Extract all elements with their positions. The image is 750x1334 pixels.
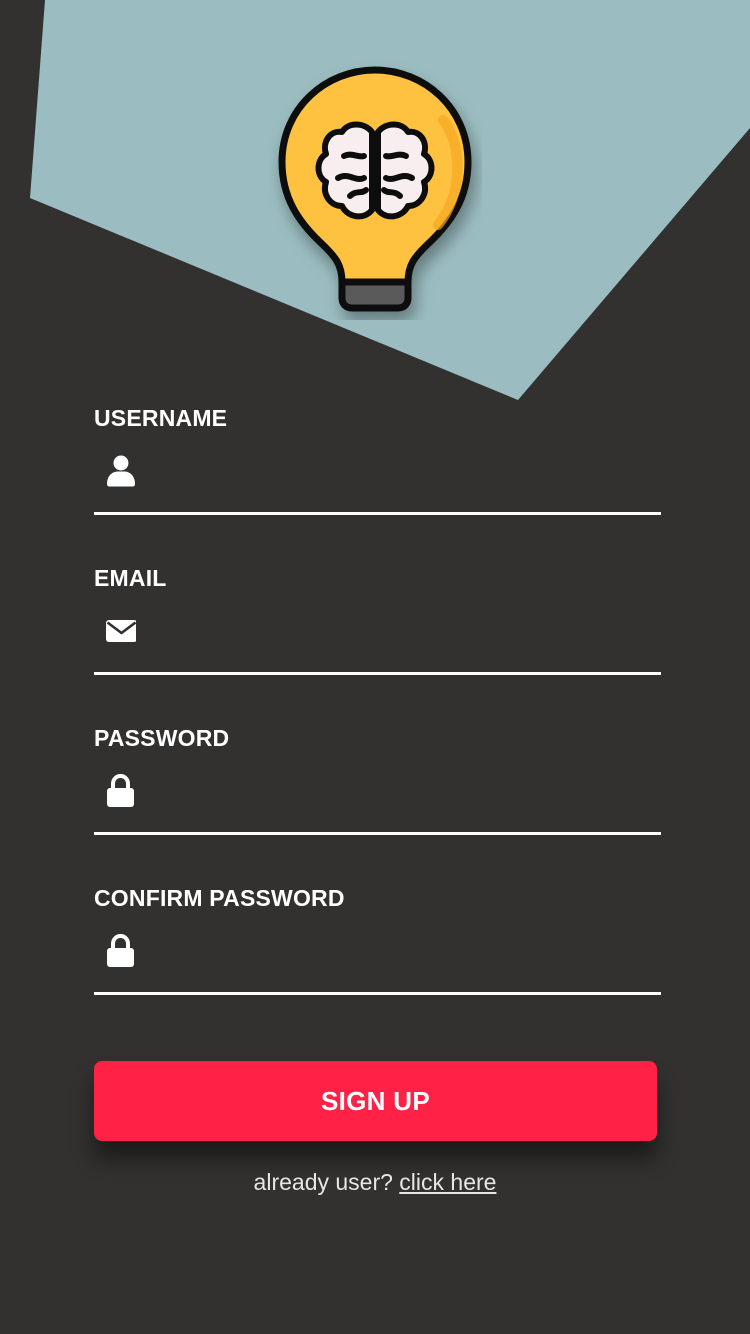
sign-up-button[interactable]: SIGN UP — [94, 1061, 657, 1141]
confirm-password-field-group: CONFIRM PASSWORD — [94, 884, 661, 996]
password-input[interactable] — [152, 766, 652, 818]
username-input[interactable] — [152, 446, 652, 498]
user-icon — [107, 455, 135, 487]
login-link[interactable]: click here — [399, 1169, 496, 1195]
password-field-group: PASSWORD — [94, 724, 661, 836]
email-underline — [94, 672, 661, 675]
lightbulb-brain-icon — [278, 66, 472, 312]
confirm-password-input[interactable] — [152, 926, 652, 978]
username-label: USERNAME — [94, 405, 228, 431]
email-label: EMAIL — [94, 565, 167, 591]
email-field-group: EMAIL — [94, 564, 661, 676]
login-prompt: already user? click here — [0, 1166, 750, 1198]
confirm-password-underline — [94, 992, 661, 995]
login-prompt-text: already user? — [253, 1169, 393, 1195]
email-input[interactable] — [152, 606, 652, 658]
lock-icon — [107, 774, 134, 807]
lock-icon — [107, 934, 134, 967]
username-field-group: USERNAME — [94, 404, 661, 516]
confirm-password-label: CONFIRM PASSWORD — [94, 885, 345, 911]
envelope-icon — [106, 620, 136, 642]
password-underline — [94, 832, 661, 835]
username-underline — [94, 512, 661, 515]
password-label: PASSWORD — [94, 725, 230, 751]
